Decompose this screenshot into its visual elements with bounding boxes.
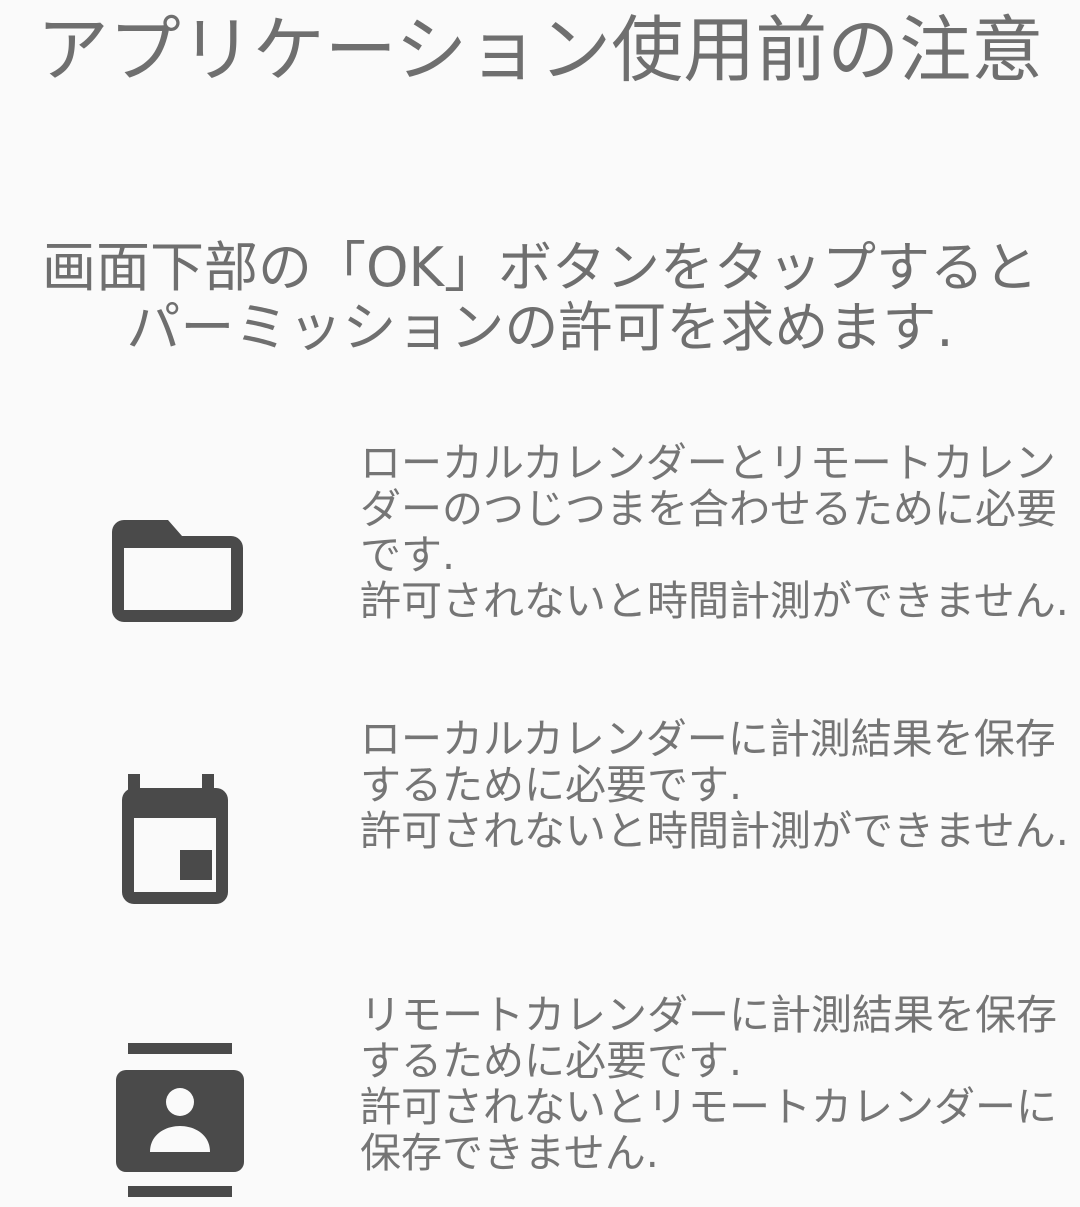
permission-description: ローカルカレンダーに計測結果を保存するために必要です.	[360, 715, 1056, 809]
intro-line-2: パーミッションの許可を求めます.	[126, 296, 954, 359]
permission-description: ローカルカレンダーとリモートカレンダーのつじつまを合わせるために必要です.	[360, 439, 1057, 579]
folder-icon	[110, 518, 250, 626]
contacts-icon	[110, 1040, 250, 1200]
permission-description: リモートカレンダーに計測結果を保存するために必要です.	[360, 991, 1057, 1085]
permission-text-calendar: ローカルカレンダーに計測結果を保存するために必要です. 許可されないと時間計測が…	[360, 716, 1075, 854]
page-title: アプリケーション使用前の注意	[36, 8, 1044, 92]
permission-text-storage: ローカルカレンダーとリモートカレンダーのつじつまを合わせるために必要です. 許可…	[360, 440, 1075, 624]
intro-line-1: 画面下部の「OK」ボタンをタップすると	[42, 236, 1038, 299]
permission-consequence: 許可されないと時間計測ができません.	[360, 807, 1069, 855]
intro-message: 画面下部の「OK」ボタンをタップすると パーミッションの許可を求めます.	[0, 238, 1080, 358]
permission-text-contacts: リモートカレンダーに計測結果を保存するために必要です. 許可されないとリモートカ…	[360, 992, 1075, 1176]
permission-consequence: 許可されないと時間計測ができません.	[360, 577, 1069, 625]
permission-consequence: 許可されないとリモートカレンダーに保存できません.	[360, 1083, 1057, 1177]
calendar-icon	[110, 774, 250, 906]
